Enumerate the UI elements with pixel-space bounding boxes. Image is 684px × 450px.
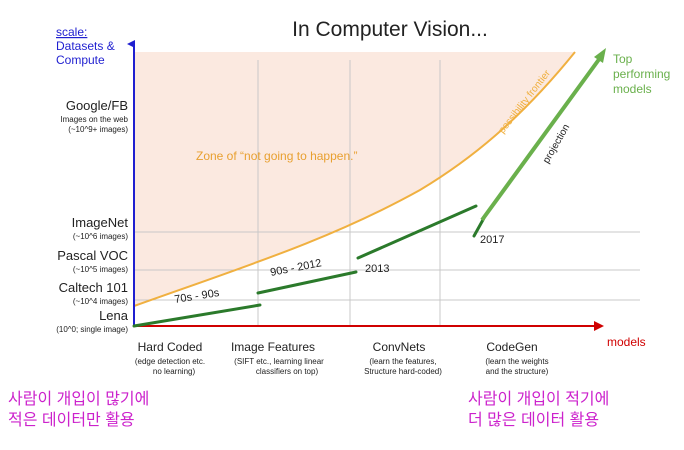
- x-category-sub: (edge detection etc.: [135, 357, 205, 366]
- y-level-imagenet: ImageNet (~10^6 images): [72, 215, 129, 241]
- y-axis-scale-label: scale:: [56, 25, 87, 39]
- top-models-line-1: Top: [613, 52, 633, 66]
- y-level-name: ImageNet: [72, 215, 129, 230]
- x-axis-label: models: [607, 335, 646, 349]
- diagram-canvas: In Computer Vision... scale: Datasets & …: [8, 18, 670, 429]
- top-models-line-3: models: [613, 82, 652, 96]
- x-category-convnets: ConvNets (learn the features, Structure …: [364, 340, 442, 376]
- x-category-name: Image Features: [231, 340, 315, 354]
- x-category-sub: Structure hard-coded): [364, 367, 442, 376]
- x-category-sub: and the structure): [486, 367, 549, 376]
- y-level-sub: (~10^4 images): [73, 297, 128, 306]
- projection-label: projection: [541, 122, 572, 165]
- x-category-name: Hard Coded: [138, 340, 203, 354]
- y-level-sub: (~10^9+ images): [68, 125, 128, 134]
- x-category-image-features: Image Features (SIFT etc., learning line…: [231, 340, 324, 376]
- title: In Computer Vision...: [292, 18, 488, 41]
- y-level-google: Google/FB Images on the web (~10^9+ imag…: [60, 98, 128, 134]
- y-level-sub: (~10^5 images): [73, 265, 128, 274]
- y-level-sub: (~10^6 images): [73, 232, 128, 241]
- y-level-name: Caltech 101: [59, 280, 128, 295]
- y-axis-label-line-1: Datasets &: [56, 39, 115, 53]
- korean-right-line-1: 사람이 개입이 적기에: [468, 390, 609, 408]
- segment-label-90s-2012: 90s - 2012: [269, 257, 322, 279]
- top-models-line-2: performing: [613, 67, 670, 81]
- y-axis-label-line-2: Compute: [56, 53, 105, 67]
- diagram-stage: In Computer Vision... scale: Datasets & …: [0, 0, 684, 450]
- segment-label-2013: 2013: [365, 263, 389, 275]
- zone-label: Zone of “not going to happen.”: [196, 149, 357, 163]
- y-level-name: Lena: [99, 308, 129, 323]
- x-category-name: ConvNets: [373, 340, 426, 354]
- korean-left-line-2: 적은 데이터만 활용: [8, 411, 135, 429]
- y-level-sub: (10^0; single image): [56, 325, 128, 334]
- x-category-sub: (SIFT etc., learning linear: [234, 357, 324, 366]
- y-level-sub: Images on the web: [60, 115, 128, 124]
- korean-right-line-2: 더 많은 데이터 활용: [468, 411, 599, 429]
- korean-left-line-1: 사람이 개입이 많기에: [8, 390, 149, 408]
- y-level-caltech: Caltech 101 (~10^4 images): [59, 280, 129, 306]
- y-level-lena: Lena (10^0; single image): [56, 308, 129, 334]
- segment-label-2017: 2017: [480, 234, 504, 246]
- y-level-name: Google/FB: [66, 98, 128, 113]
- impossible-zone: [134, 52, 575, 306]
- x-category-sub: (learn the features,: [369, 357, 436, 366]
- x-category-sub: classifiers on top): [256, 367, 319, 376]
- x-axis-arrowhead: [594, 321, 604, 331]
- x-category-hard-coded: Hard Coded (edge detection etc. no learn…: [135, 340, 205, 376]
- y-level-pascal: Pascal VOC (~10^5 images): [57, 248, 128, 274]
- y-level-name: Pascal VOC: [57, 248, 128, 263]
- x-category-sub: no learning): [153, 367, 196, 376]
- x-category-name: CodeGen: [486, 340, 537, 354]
- segment-hard-coded: [132, 303, 262, 328]
- x-category-codegen: CodeGen (learn the weights and the struc…: [485, 340, 548, 376]
- x-category-sub: (learn the weights: [485, 357, 548, 366]
